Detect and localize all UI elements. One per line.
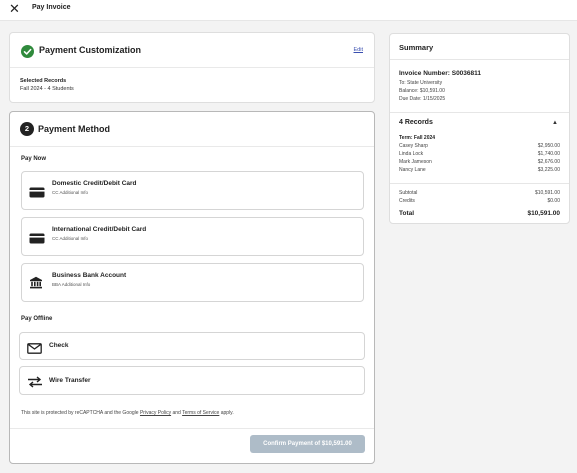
- credits-value: $0.00: [547, 198, 560, 204]
- student-amount: $3,225.00: [537, 167, 560, 173]
- option-title: Check: [49, 342, 69, 349]
- close-icon[interactable]: ✕: [9, 2, 20, 15]
- divider: [10, 428, 374, 429]
- option-title: International Credit/Debit Card: [52, 226, 147, 233]
- credits-label: Credits: [399, 198, 415, 204]
- bank-icon: [29, 276, 43, 294]
- student-amount: $2,676.00: [537, 159, 560, 165]
- option-check[interactable]: Check: [19, 332, 365, 360]
- divider: [10, 146, 374, 147]
- invoice-to: To: State University: [399, 80, 443, 86]
- terms-of-service-link[interactable]: Terms of Service: [182, 410, 219, 416]
- invoice-due-date: Due Date: 1/15/2025: [399, 96, 446, 102]
- option-title: Business Bank Account: [52, 272, 127, 279]
- invoice-balance: Balance: $10,591.00: [399, 88, 445, 94]
- selected-records-value: Fall 2024 - 4 Students: [20, 86, 74, 92]
- recaptcha-notice: This site is protected by reCAPTCHA and …: [21, 410, 234, 416]
- student-name: Nancy Lane: [399, 167, 426, 173]
- divider: [390, 112, 569, 113]
- option-subtitle: BBA Additional Info: [52, 282, 91, 287]
- payment-customization-card: Payment Customization Edit Selected Reco…: [9, 32, 375, 103]
- divider: [390, 183, 569, 184]
- divider: [390, 59, 569, 60]
- pay-offline-label: Pay Offline: [21, 316, 53, 322]
- option-title: Wire Transfer: [49, 377, 91, 384]
- option-subtitle: CC Additional Info: [52, 190, 89, 195]
- recaptcha-text: This site is protected by reCAPTCHA and …: [21, 410, 140, 416]
- method-title: Payment Method: [38, 124, 111, 134]
- recaptcha-text: apply.: [219, 410, 234, 416]
- option-business-bank[interactable]: Business Bank Account BBA Additional Inf…: [21, 263, 364, 302]
- divider: [10, 67, 374, 68]
- page-title: Pay Invoice: [32, 4, 71, 11]
- records-heading[interactable]: 4 Records: [399, 119, 433, 126]
- student-name: Mark Jameson: [399, 159, 432, 165]
- student-amount: $1,740.00: [537, 151, 560, 157]
- payment-method-card: 2 Payment Method Pay Now Domestic Credit…: [9, 111, 375, 464]
- top-bar: ✕ Pay Invoice: [0, 0, 577, 21]
- student-name: Casey Sharp: [399, 143, 428, 149]
- option-subtitle: CC Additional Info: [52, 236, 89, 241]
- total-label: Total: [399, 210, 415, 217]
- edit-link[interactable]: Edit: [354, 47, 363, 53]
- option-title: Domestic Credit/Debit Card: [52, 180, 137, 187]
- student-amount: $2,950.00: [537, 143, 560, 149]
- confirm-payment-button[interactable]: Confirm Payment of $10,591.00: [250, 435, 365, 453]
- pay-now-label: Pay Now: [21, 156, 47, 162]
- option-domestic-card[interactable]: Domestic Credit/Debit Card CC Additional…: [21, 171, 364, 210]
- envelope-icon: [27, 341, 42, 359]
- subtotal-value: $10,591.00: [534, 190, 560, 196]
- chevron-up-icon[interactable]: ▲: [552, 120, 558, 126]
- invoice-number: Invoice Number: S0036811: [399, 70, 482, 77]
- student-name: Linda Lock: [399, 151, 424, 157]
- privacy-policy-link[interactable]: Privacy Policy: [140, 410, 171, 416]
- transfer-arrows-icon: [27, 375, 43, 393]
- check-circle-icon: [21, 45, 34, 58]
- option-international-card[interactable]: International Credit/Debit Card CC Addit…: [21, 217, 364, 256]
- total-value: $10,591.00: [527, 210, 560, 217]
- credit-card-icon: [29, 231, 45, 249]
- credit-card-icon: [29, 185, 45, 203]
- option-wire-transfer[interactable]: Wire Transfer: [19, 366, 365, 395]
- summary-title: Summary: [399, 43, 434, 52]
- subtotal-label: Subtotal: [399, 190, 418, 196]
- step-badge: 2: [20, 122, 34, 136]
- summary-card: Summary Invoice Number: S0036811 To: Sta…: [389, 33, 570, 224]
- customization-title: Payment Customization: [39, 45, 142, 55]
- selected-records-label: Selected Records: [20, 78, 67, 84]
- recaptcha-text: and: [171, 410, 183, 416]
- term-label: Term: Fall 2024: [399, 135, 436, 141]
